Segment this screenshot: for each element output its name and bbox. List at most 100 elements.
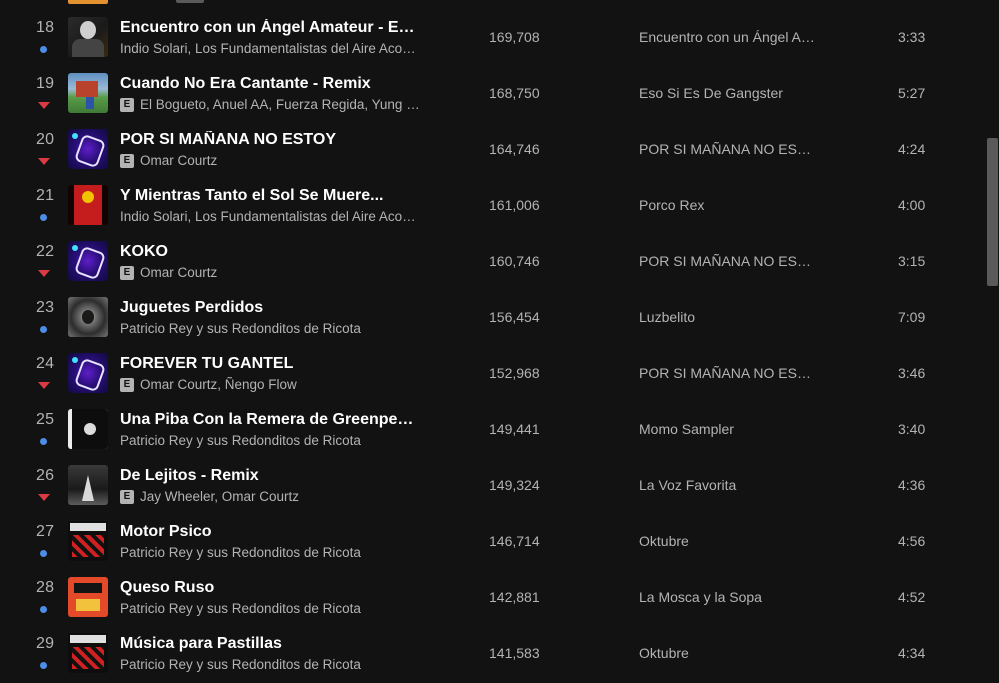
explicit-badge-icon: E	[120, 97, 134, 112]
track-duration: 4:34	[898, 645, 926, 661]
rank-cell: 29	[22, 635, 68, 653]
track-subtitle: Patricio Rey y sus Redonditos de Ricota	[120, 657, 420, 672]
track-title[interactable]: Queso Ruso	[120, 579, 420, 597]
previous-row-edge	[0, 0, 999, 4]
album-name[interactable]: Encuentro con un Ángel Amateur (En Vivo)	[639, 29, 819, 45]
track-title[interactable]: Una Piba Con la Remera de Greenpeace	[120, 411, 420, 429]
track-row[interactable]: 26 De Lejitos - Remix E Jay Wheeler, Omar C…	[0, 458, 986, 514]
album-name[interactable]: Momo Sampler	[639, 421, 819, 437]
stream-count: 142,881	[489, 589, 540, 605]
track-title[interactable]: De Lejitos - Remix	[120, 467, 420, 485]
album-art[interactable]	[68, 73, 108, 113]
track-title[interactable]: Y Mientras Tanto el Sol Se Muere...	[120, 187, 420, 205]
track-row[interactable]: 23 Juguetes Perdidos Patricio Rey y sus Re…	[0, 290, 986, 346]
album-art[interactable]	[68, 297, 108, 337]
track-title[interactable]: Cuando No Era Cantante - Remix	[120, 75, 420, 93]
album-name[interactable]: Oktubre	[639, 533, 819, 549]
album-name[interactable]: Luzbelito	[639, 309, 819, 325]
album-art[interactable]	[68, 521, 108, 561]
album-art[interactable]	[68, 185, 108, 225]
rank-number: 26	[36, 467, 55, 484]
track-subtitle: Patricio Rey y sus Redonditos de Ricota	[120, 601, 420, 616]
track-artists[interactable]: Patricio Rey y sus Redonditos de Ricota	[120, 433, 361, 448]
track-row[interactable]: 22 KOKO E Omar Courtz 160,746 POR SI MAÑANA N…	[0, 234, 986, 290]
stream-count: 156,454	[489, 309, 540, 325]
track-subtitle: E Omar Courtz	[120, 153, 420, 168]
track-artists[interactable]: Patricio Rey y sus Redonditos de Ricota	[120, 601, 361, 616]
album-art[interactable]	[68, 577, 108, 617]
track-subtitle: E El Bogueto, Anuel AA, Fuerza Regida, Yu…	[120, 97, 420, 112]
album-name[interactable]: La Mosca y la Sopa	[639, 589, 819, 605]
rank-number: 27	[36, 523, 55, 540]
new-entry-dot-icon	[38, 44, 48, 54]
track-title[interactable]: Juguetes Perdidos	[120, 299, 420, 317]
album-name[interactable]: Oktubre	[639, 645, 819, 661]
track-row[interactable]: 25 Una Piba Con la Remera de Greenpeace Pa…	[0, 402, 986, 458]
track-title[interactable]: POR SI MAÑANA NO ESTOY	[120, 131, 420, 149]
album-art[interactable]	[68, 129, 108, 169]
track-duration: 3:40	[898, 421, 926, 437]
album-art[interactable]	[68, 17, 108, 57]
track-artists[interactable]: Jay Wheeler, Omar Courtz	[140, 489, 299, 504]
track-row[interactable]: 27 Motor Psico Patricio Rey y sus Redondit…	[0, 514, 986, 570]
stream-count: 141,583	[489, 645, 540, 661]
track-row[interactable]: 18 Encuentro con un Ángel Amateur - En Vi…	[0, 10, 986, 66]
album-name[interactable]: POR SI MAÑANA NO ESTOY	[639, 253, 819, 269]
album-name[interactable]: Porco Rex	[639, 197, 819, 213]
album-art[interactable]	[68, 353, 108, 393]
rank-cell: 22	[22, 243, 68, 261]
track-duration: 4:00	[898, 197, 926, 213]
track-title[interactable]: Encuentro con un Ángel Amateur - En Vivo	[120, 19, 420, 37]
track-artists[interactable]: Patricio Rey y sus Redonditos de Ricota	[120, 321, 361, 336]
album-name[interactable]: La Voz Favorita	[639, 477, 819, 493]
track-artists[interactable]: Patricio Rey y sus Redonditos de Ricota	[120, 545, 361, 560]
stream-count: 149,324	[489, 477, 540, 493]
album-art[interactable]	[68, 465, 108, 505]
scrollbar-thumb[interactable]	[987, 138, 998, 286]
stream-count: 161,006	[489, 197, 540, 213]
track-artists[interactable]: El Bogueto, Anuel AA, Fuerza Regida, Yun…	[140, 97, 420, 112]
track-duration: 3:46	[898, 365, 926, 381]
track-title[interactable]: FOREVER TU GANTEL	[120, 355, 420, 373]
track-row[interactable]: 20 POR SI MAÑANA NO ESTOY E Omar Courtz 164,…	[0, 122, 986, 178]
rank-down-icon	[38, 380, 50, 390]
explicit-badge-icon: E	[120, 153, 134, 168]
track-subtitle: Indio Solari, Los Fundamentalistas del A…	[120, 41, 420, 56]
track-duration: 4:36	[898, 477, 926, 493]
track-title[interactable]: KOKO	[120, 243, 420, 261]
track-artists[interactable]: Omar Courtz, Ñengo Flow	[140, 377, 297, 392]
scrollbar-track[interactable]	[986, 0, 999, 683]
track-artists[interactable]: Omar Courtz	[140, 265, 217, 280]
album-name[interactable]: POR SI MAÑANA NO ESTOY	[639, 365, 819, 381]
track-row[interactable]: 21 Y Mientras Tanto el Sol Se Muere... Ind…	[0, 178, 986, 234]
album-name[interactable]: POR SI MAÑANA NO ESTOY	[639, 141, 819, 157]
explicit-badge-icon: E	[120, 377, 134, 392]
track-artists[interactable]: Patricio Rey y sus Redonditos de Ricota	[120, 657, 361, 672]
stream-count: 149,441	[489, 421, 540, 437]
rank-cell: 21	[22, 187, 68, 205]
rank-cell: 19	[22, 75, 68, 93]
album-art[interactable]	[68, 241, 108, 281]
rank-number: 19	[36, 75, 55, 92]
track-artists[interactable]: Indio Solari, Los Fundamentalistas del A…	[120, 209, 420, 224]
rank-number: 28	[36, 579, 55, 596]
track-title[interactable]: Música para Pastillas	[120, 635, 420, 653]
track-row[interactable]: 29 Música para Pastillas Patricio Rey y su…	[0, 626, 986, 682]
track-title[interactable]: Motor Psico	[120, 523, 420, 541]
rank-number: 24	[36, 355, 55, 372]
rank-number: 23	[36, 299, 55, 316]
track-artists[interactable]: Omar Courtz	[140, 153, 217, 168]
album-name[interactable]: Eso Si Es De Gangster	[639, 85, 819, 101]
track-row[interactable]: 19 Cuando No Era Cantante - Remix E El Bogu…	[0, 66, 986, 122]
track-duration: 4:56	[898, 533, 926, 549]
album-art[interactable]	[68, 409, 108, 449]
new-entry-dot-icon	[38, 660, 48, 670]
album-art[interactable]	[68, 633, 108, 673]
track-duration: 3:15	[898, 253, 926, 269]
track-row[interactable]: 24 FOREVER TU GANTEL E Omar Courtz, Ñengo F…	[0, 346, 986, 402]
track-duration: 3:33	[898, 29, 926, 45]
track-row[interactable]: 28 Queso Ruso Patricio Rey y sus Redondito…	[0, 570, 986, 626]
track-artists[interactable]: Indio Solari, Los Fundamentalistas del A…	[120, 41, 420, 56]
rank-cell: 18	[22, 19, 68, 37]
new-entry-dot-icon	[38, 212, 48, 222]
